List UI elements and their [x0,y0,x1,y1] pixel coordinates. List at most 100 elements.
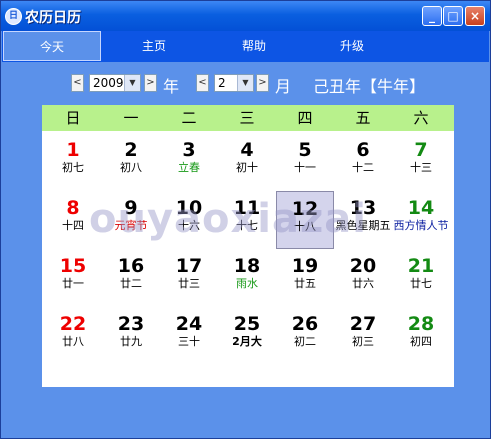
weekday-header: 日 一 二 三 四 五 六 [42,105,454,131]
day-cell[interactable]: 11 十七 [218,191,276,249]
day-cell[interactable]: 9 元宵节 [102,191,160,249]
day-number: 5 [298,139,312,161]
app-window: 日 农历日历 _ □ × 今天 主页 帮助 升级 < 2009 ▼ > 年 < … [0,0,491,439]
menu-today[interactable]: 今天 [3,31,101,61]
year-label: 年 [163,77,180,96]
prev-month-button[interactable]: < [196,74,209,92]
lunar-date-label: 廿五 [294,277,316,290]
lunar-date-label: 黑色星期五 [335,219,391,232]
lunar-date-label: 廿九 [120,335,142,348]
day-cell[interactable]: 7 十三 [392,133,450,191]
weekday-thu: 四 [297,109,313,127]
calendar-grid: 日 一 二 三 四 五 六 1 初七 2 初八 3 立春 4 初十 5 十一 6 十二 7 十三 8 十四 9 元… [42,105,454,387]
day-number: 25 [233,313,261,335]
day-number: 7 [414,139,428,161]
day-cell[interactable]: 2 初八 [102,133,160,191]
lunar-date-label: 立春 [178,161,200,174]
close-button[interactable]: × [465,6,485,26]
weekday-mon: 一 [123,109,139,127]
day-cell[interactable]: 13 黑色星期五 [334,191,392,249]
day-cell-today[interactable]: 12 十八 [276,191,334,249]
lunar-date-label: 初四 [410,335,432,348]
lunar-date-label: 元宵节 [114,219,148,232]
menu-help[interactable]: 帮助 [205,31,303,61]
day-cell[interactable]: 8 十四 [44,191,102,249]
day-cell[interactable]: 17 廿三 [160,249,218,307]
day-number: 14 [407,197,435,219]
day-cell[interactable]: 28 初四 [392,307,450,365]
month-value: 2 [218,76,226,90]
day-cell[interactable]: 23 廿九 [102,307,160,365]
day-number: 10 [175,197,203,219]
day-cell[interactable]: 14 西方情人节 [392,191,450,249]
day-cell[interactable]: 19 廿五 [276,249,334,307]
month-label: 月 [275,77,292,96]
day-number: 13 [349,197,377,219]
lunar-date-label: 十一 [294,161,316,174]
weekday-wed: 三 [239,109,255,127]
menu-bar: 今天 主页 帮助 升级 [2,31,489,62]
lunar-date-label: 十八 [294,220,316,233]
prev-year-button[interactable]: < [71,74,84,92]
lunar-date-label: 三十 [178,335,200,348]
day-cell[interactable]: 3 立春 [160,133,218,191]
day-number: 12 [291,198,319,220]
day-number: 4 [240,139,254,161]
day-cell[interactable]: 10 十六 [160,191,218,249]
day-cell[interactable]: 1 初七 [44,133,102,191]
next-year-button[interactable]: > [144,74,157,92]
day-number: 3 [182,139,196,161]
day-cell[interactable]: 16 廿二 [102,249,160,307]
lunar-date-label: 2月大 [232,335,262,348]
window-title: 农历日历 [25,10,81,26]
day-cell[interactable]: 4 初十 [218,133,276,191]
day-cell[interactable]: 20 廿六 [334,249,392,307]
day-number: 24 [175,313,203,335]
lunar-date-label: 廿三 [178,277,200,290]
lunar-date-label: 雨水 [236,277,258,290]
lunar-date-label: 廿六 [352,277,374,290]
day-number: 26 [291,313,319,335]
day-cell[interactable]: 22 廿八 [44,307,102,365]
year-select[interactable]: 2009 ▼ [89,74,141,92]
lunar-date-label: 初三 [352,335,374,348]
day-cell[interactable]: 21 廿七 [392,249,450,307]
day-cell[interactable]: 24 三十 [160,307,218,365]
lunar-date-label: 十三 [410,161,432,174]
day-number: 8 [66,197,80,219]
lunar-date-label: 十七 [236,219,258,232]
day-cell[interactable]: 6 十二 [334,133,392,191]
weekday-sun: 日 [65,109,81,127]
weekday-fri: 五 [355,109,371,127]
lunar-date-label: 初七 [62,161,84,174]
day-number: 16 [117,255,145,277]
day-cell[interactable]: 25 2月大 [218,307,276,365]
day-cell[interactable]: 15 廿一 [44,249,102,307]
lunar-date-label: 十四 [62,219,84,232]
day-number: 27 [349,313,377,335]
day-number: 15 [59,255,87,277]
lunar-date-label: 初十 [236,161,258,174]
menu-home[interactable]: 主页 [105,31,203,61]
month-select[interactable]: 2 ▼ [214,74,254,92]
title-bar[interactable]: 日 农历日历 _ □ × [1,1,490,31]
menu-upgrade[interactable]: 升级 [303,31,401,61]
date-navigation: < 2009 ▼ > 年 < 2 ▼ > 月 己丑年【牛年】 [1,71,490,97]
day-number: 1 [66,139,80,161]
day-cell[interactable]: 18 雨水 [218,249,276,307]
day-number: 11 [233,197,261,219]
day-number: 19 [291,255,319,277]
day-number: 22 [59,313,87,335]
lunar-date-label: 初二 [294,335,316,348]
day-cell[interactable]: 5 十一 [276,133,334,191]
day-number: 21 [407,255,435,277]
day-number: 17 [175,255,203,277]
lunar-date-label: 廿二 [120,277,142,290]
next-month-button[interactable]: > [256,74,269,92]
day-cell[interactable]: 26 初二 [276,307,334,365]
weekday-sat: 六 [413,109,429,127]
minimize-button[interactable]: _ [422,6,442,26]
maximize-button[interactable]: □ [443,6,463,26]
day-cell[interactable]: 27 初三 [334,307,392,365]
lunar-date-label: 廿一 [62,277,84,290]
